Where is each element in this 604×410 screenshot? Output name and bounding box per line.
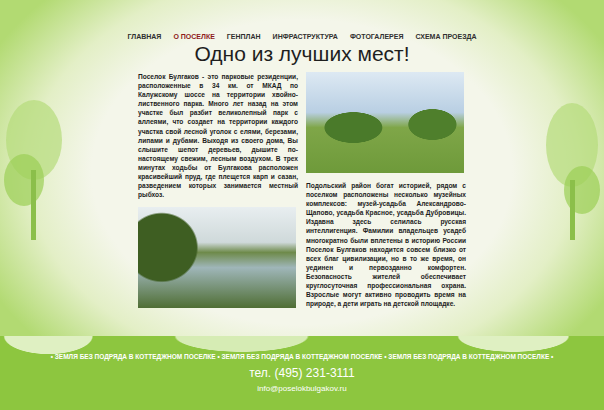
page-title: Одно из лучших мест! [194, 42, 409, 66]
footer-band: • ЗЕМЛЯ БЕЗ ПОДРЯДА В КОТТЕДЖНОМ ПОСЕЛКЕ… [0, 336, 604, 410]
nav-item[interactable]: ФОТОГАЛЕРЕЯ [350, 33, 404, 40]
tree-left-icon [4, 90, 74, 240]
email-link[interactable]: info@poselokbulgakov.ru [257, 383, 346, 394]
page: ГЛАВНАЯ О ПОСЕЛКЕ ГЕНПЛАН ИНФРАСТРУКТУРА ФОТ… [0, 0, 604, 410]
ticker: • ЗЕМЛЯ БЕЗ ПОДРЯДА В КОТТЕДЖНОМ ПОСЕЛКЕ… [51, 352, 554, 362]
nav-item[interactable]: ГЕНПЛАН [227, 33, 261, 40]
nav-item[interactable]: ИНФРАСТРУКТУРА [273, 33, 338, 40]
content: Поселок Булгаков - это парковые резиденц… [138, 72, 466, 308]
nav-item[interactable]: СХЕМА ПРОЕЗДА [415, 33, 476, 40]
tree-right-icon [530, 90, 600, 240]
nav-item[interactable]: ГЛАВНАЯ [127, 33, 161, 40]
main-nav: ГЛАВНАЯ О ПОСЕЛКЕ ГЕНПЛАН ИНФРАСТРУКТУРА ФОТ… [127, 33, 476, 40]
nav-item[interactable]: О ПОСЕЛКЕ [173, 33, 214, 40]
field-photo [306, 72, 464, 173]
phone: тел. (495) 231-3111 [249, 366, 355, 381]
intro-paragraph: Поселок Булгаков - это парковые резиденц… [138, 72, 298, 199]
lake-photo [138, 207, 296, 308]
history-paragraph: Подольский район богат историей, рядом с… [306, 181, 466, 308]
